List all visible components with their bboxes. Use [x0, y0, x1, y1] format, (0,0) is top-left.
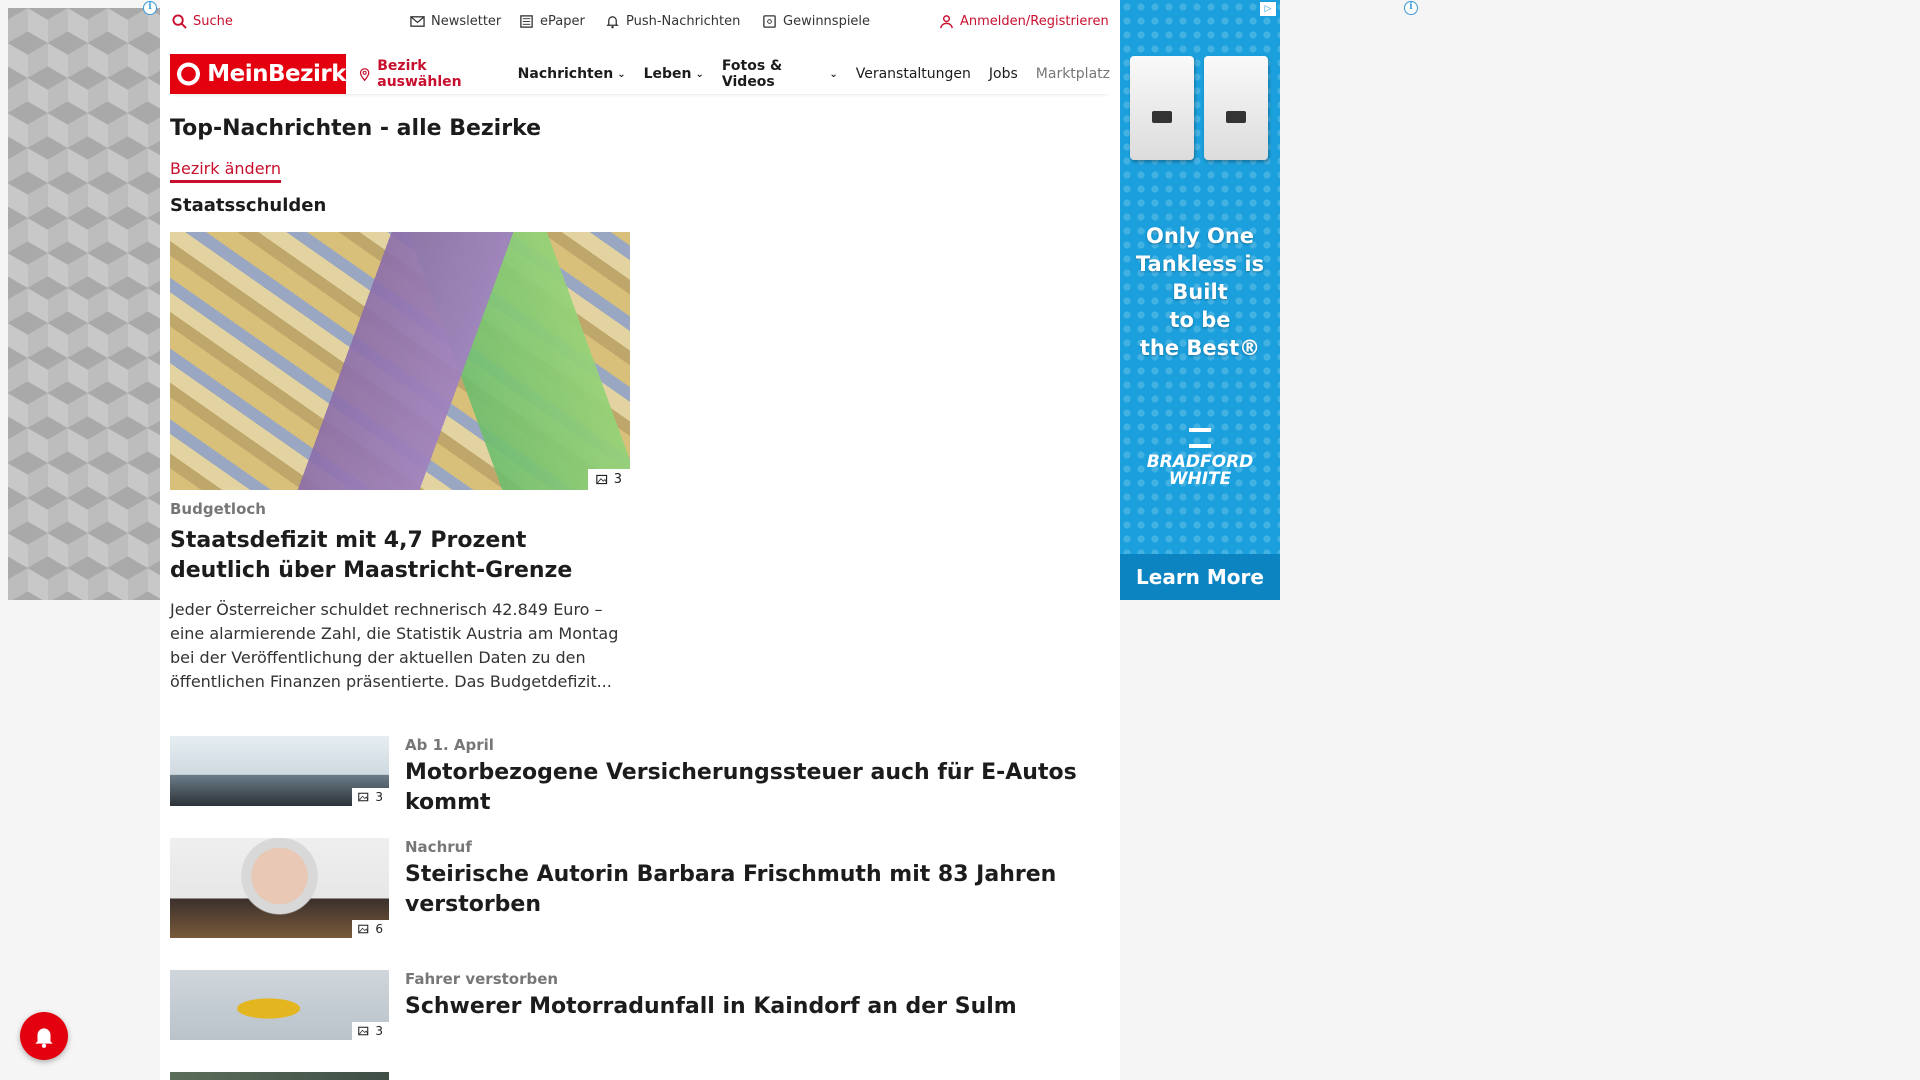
article-thumbnail[interactable]: 6: [170, 838, 389, 938]
article-title[interactable]: Motorbezogene Versicherungssteuer auch f…: [405, 758, 1115, 818]
newsletter-link[interactable]: Newsletter: [410, 14, 501, 29]
bezirk-select-button[interactable]: Bezirk auswählen: [358, 58, 500, 90]
ad-choices-icon[interactable]: ▷: [1260, 2, 1276, 16]
list-item[interactable]: 3 Fahrer verstorben Schwerer Motorradunf…: [170, 970, 1110, 1042]
photo-count: 6: [375, 922, 383, 936]
gallery-icon: [358, 924, 369, 934]
epaper-label: ePaper: [540, 14, 585, 29]
article-thumbnail[interactable]: 3: [170, 736, 389, 806]
article-kicker: Nachruf: [405, 838, 472, 856]
article-thumbnail[interactable]: 3: [170, 970, 389, 1040]
ad-info-icon[interactable]: i: [1404, 1, 1418, 15]
user-icon: [940, 15, 953, 29]
photo-count-badge: 6: [352, 920, 389, 938]
nav-item-label: Marktplatz: [1035, 66, 1110, 82]
epaper-link[interactable]: ePaper: [519, 14, 585, 29]
site-logo[interactable]: MeinBezirk: [170, 54, 346, 94]
nav-item-label: Fotos & Videos: [721, 58, 783, 90]
photo-count: 3: [613, 472, 622, 487]
main-navigation: MeinBezirk Bezirk auswählen Nachrichten ⌄…: [170, 54, 1110, 94]
logo-icon: [176, 60, 202, 88]
photo-count: 3: [375, 1024, 383, 1038]
gewinnspiele-label: Gewinnspiele: [783, 14, 871, 29]
logo-text: MeinBezirk: [207, 61, 346, 87]
gallery-icon: [595, 474, 607, 485]
push-notification-button[interactable]: [20, 1012, 68, 1060]
newspaper-icon: [520, 15, 533, 28]
push-notifications-link[interactable]: Push-Nachrichten: [605, 14, 740, 29]
article-title[interactable]: Schwerer Motorradunfall in Kaindorf an d…: [405, 992, 1115, 1022]
gallery-icon: [358, 792, 369, 802]
article-text: Fahrer verstorben Schwerer Motorradunfal…: [405, 970, 1115, 1022]
utility-bar: Suche Newsletter ePaper Push-Nachrichten…: [160, 0, 1120, 46]
list-item[interactable]: 3 Ab 1. April Motorbezogene Versicherung…: [170, 736, 1110, 815]
location-pin-icon: [359, 67, 370, 81]
ad-headline-line: Built: [1172, 280, 1228, 304]
list-item[interactable]: [170, 1072, 1110, 1080]
bell-icon: [35, 1028, 53, 1048]
chevron-down-icon: ⌄: [829, 68, 838, 80]
change-bezirk-link[interactable]: Bezirk ändern: [170, 159, 281, 183]
search-icon: [172, 14, 187, 29]
article-text: Nachruf Steirische Autorin Barbara Frisc…: [405, 838, 1115, 920]
hero-teaser: Jeder Österreicher schuldet rechnerisch …: [170, 600, 619, 691]
ad-learn-more-button[interactable]: Learn More: [1120, 554, 1280, 600]
nav-item-jobs[interactable]: Jobs: [989, 66, 1018, 82]
nav-item-leben[interactable]: Leben ⌄: [644, 66, 704, 82]
nav-item-marktplatz[interactable]: Marktplatz: [1036, 66, 1110, 82]
ad-headline: Only One Tankless is Built to be the Bes…: [1120, 222, 1280, 362]
photo-count: 3: [375, 790, 383, 804]
login-label: Anmelden/Registrieren: [960, 14, 1109, 29]
hero-title[interactable]: Staatsdefizit mit 4,7 Prozent deutlich ü…: [170, 526, 630, 586]
nav-item-label: Nachrichten: [517, 66, 614, 82]
gallery-icon: [358, 1026, 369, 1036]
nav-item-label: Jobs: [988, 66, 1018, 82]
photo-count-badge: 3: [352, 788, 389, 806]
list-item[interactable]: 6 Nachruf Steirische Autorin Barbara Fri…: [170, 838, 1110, 938]
search-button[interactable]: Suche: [172, 14, 233, 29]
chevron-down-icon: ⌄: [695, 68, 704, 80]
hero-image[interactable]: 3: [170, 232, 630, 490]
section-title: Staatsschulden: [170, 195, 327, 216]
bezirk-select-label: Bezirk auswählen: [377, 58, 462, 90]
photo-count-badge: 3: [352, 1022, 389, 1040]
nav-item-veranstaltungen[interactable]: Veranstaltungen: [856, 66, 971, 82]
search-label: Suche: [193, 14, 233, 29]
right-ad-banner[interactable]: ▷ Only One Tankless is Built to be the B…: [1120, 0, 1280, 600]
main-column: Suche Newsletter ePaper Push-Nachrichten…: [160, 0, 1120, 1080]
nav-item-fotos-videos[interactable]: Fotos & Videos ⌄: [722, 58, 838, 90]
article-kicker: Ab 1. April: [405, 736, 494, 754]
water-heater-image: [1130, 56, 1194, 160]
ad-headline-line: the Best®: [1139, 336, 1261, 360]
article-thumbnail[interactable]: [170, 1072, 389, 1080]
prize-icon: [763, 15, 776, 28]
gewinnspiele-link[interactable]: Gewinnspiele: [762, 14, 870, 29]
ad-brand-logo: BRADFORD WHITE: [1120, 428, 1280, 488]
brand-name-line: WHITE: [1168, 469, 1232, 489]
article-text: Ab 1. April Motorbezogene Versicherungss…: [405, 736, 1115, 818]
article-title[interactable]: Steirische Autorin Barbara Frischmuth mi…: [405, 860, 1115, 920]
nav-item-nachrichten[interactable]: Nachrichten ⌄: [518, 66, 626, 82]
photo-count-badge: 3: [587, 469, 630, 490]
push-label: Push-Nachrichten: [626, 14, 741, 29]
hero-kicker: Budgetloch: [170, 500, 266, 518]
nav-item-label: Veranstaltungen: [855, 66, 971, 82]
nav-item-label: Leben: [643, 66, 692, 82]
ad-headline-line: to be: [1169, 308, 1231, 332]
chevron-down-icon: ⌄: [617, 68, 626, 80]
page-title: Top-Nachrichten - alle Bezirke: [170, 116, 542, 141]
bell-icon: [606, 16, 619, 29]
ad-info-icon[interactable]: i: [143, 1, 157, 15]
left-ad-banner[interactable]: [8, 8, 160, 600]
article-kicker: Fahrer verstorben: [405, 970, 559, 988]
login-link[interactable]: Anmelden/Registrieren: [939, 14, 1109, 29]
newsletter-label: Newsletter: [431, 14, 502, 29]
brand-mark-icon: [1189, 428, 1211, 448]
ad-headline-line: Only One: [1145, 224, 1255, 248]
content-area: Top-Nachrichten - alle Bezirke Bezirk än…: [170, 116, 1110, 1080]
ad-headline-line: Tankless is: [1135, 252, 1265, 276]
mail-icon: [410, 16, 425, 27]
water-heater-image: [1204, 56, 1268, 160]
